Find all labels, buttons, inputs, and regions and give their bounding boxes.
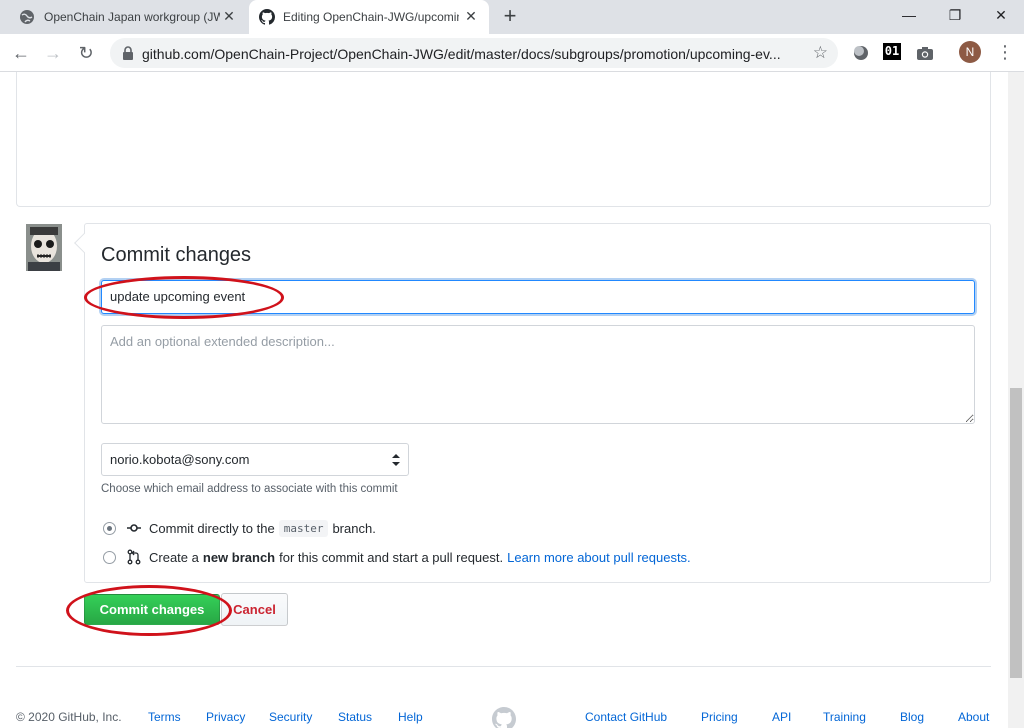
footer-link-terms[interactable]: Terms [148,710,181,724]
commit-changes-button[interactable]: Commit changes [84,594,220,625]
footer-divider [16,666,991,667]
commit-form-pointer [74,233,94,253]
learn-more-pull-requests-link[interactable]: Learn more about pull requests. [507,550,691,565]
commit-direct-text: Commit directly to the [149,520,275,536]
commit-form-title: Commit changes [101,244,252,266]
git-commit-icon [127,524,141,532]
commit-form: Commit changes update upcoming event nor… [74,223,991,583]
footer-link-status[interactable]: Status [338,710,372,724]
select-caret-icon [392,454,400,466]
footer-link-pricing[interactable]: Pricing [701,710,738,724]
browser-tab-editing[interactable]: Editing OpenChain-JWG/upcoming ✕ [249,0,489,34]
commit-email-select[interactable]: norio.kobota@sony.com [101,443,409,476]
restore-icon[interactable]: ❐ [932,0,978,30]
footer-link-contact[interactable]: Contact GitHub [585,710,667,724]
footer-link-api[interactable]: API [772,710,791,724]
lock-icon [123,46,133,60]
close-tab-icon[interactable]: ✕ [221,8,237,24]
globe-icon [20,10,34,24]
tab-title: OpenChain Japan workgroup (JWG [44,10,220,24]
commit-direct-suffix: branch. [332,520,376,536]
footer-link-about[interactable]: About [958,710,989,724]
url-text: github.com/OpenChain-Project/OpenChain-J… [142,46,781,62]
back-arrow-icon[interactable]: ← [8,40,34,66]
browser-tab-bar: OpenChain Japan workgroup (JWG ✕ Editing… [0,0,1024,34]
tab-title: Editing OpenChain-JWG/upcoming [283,10,459,24]
footer-link-training[interactable]: Training [823,710,866,724]
footer-copyright: © 2020 GitHub, Inc. [16,710,122,724]
new-branch-option[interactable]: Create a new branch for this commit and … [103,547,691,567]
git-pull-request-icon [127,549,141,565]
commit-email-value: norio.kobota@sony.com [110,452,250,467]
footer-link-privacy[interactable]: Privacy [206,710,245,724]
github-mark-icon[interactable] [492,707,516,728]
page-footer: © 2020 GitHub, Inc. Terms Privacy Securi… [0,706,1008,728]
new-branch-text-pre: Create a [149,549,199,565]
footer-link-blog[interactable]: Blog [900,710,924,724]
extension-01-icon[interactable]: 01 [883,43,901,60]
new-branch-text-bold: new branch [202,549,276,565]
extension-circle-icon[interactable] [851,43,871,63]
github-icon [259,9,275,25]
menu-kebab-icon[interactable]: ⋮ [996,40,1014,64]
commit-direct-option[interactable]: Commit directly to the master branch. [103,518,376,538]
window-close-icon[interactable]: ✕ [978,0,1024,30]
page-viewport: Commit changes update upcoming event nor… [0,72,1024,728]
commit-direct-radio[interactable] [103,521,116,535]
commit-description-input[interactable] [101,325,975,424]
browser-toolbar: ← → ↻ github.com/OpenChain-Project/OpenC… [0,34,1024,72]
new-branch-text-post: for this commit and start a pull request… [279,549,504,565]
avatar-image [26,224,62,271]
branch-name-label: master [278,519,329,537]
commit-summary-input[interactable]: update upcoming event [101,280,975,314]
reload-icon[interactable]: ↻ [73,40,99,66]
bookmark-star-icon[interactable]: ☆ [813,43,828,63]
address-bar[interactable]: github.com/OpenChain-Project/OpenChain-J… [110,38,838,68]
scrollbar-thumb[interactable] [1010,388,1022,678]
camera-icon[interactable] [915,43,935,63]
user-avatar [26,224,62,271]
minimize-icon[interactable]: — [886,0,932,30]
footer-link-security[interactable]: Security [269,710,312,724]
footer-link-help[interactable]: Help [398,710,423,724]
forward-arrow-icon[interactable]: → [40,40,66,66]
browser-tab-openchain[interactable]: OpenChain Japan workgroup (JWG ✕ [0,0,247,34]
close-tab-icon[interactable]: ✕ [463,8,479,24]
profile-avatar[interactable]: N [959,41,981,63]
cancel-button[interactable]: Cancel [221,593,288,626]
file-editor[interactable] [16,72,991,207]
new-tab-button[interactable]: + [498,5,522,29]
email-hint-text: Choose which email address to associate … [101,483,398,495]
new-branch-radio[interactable] [103,550,116,564]
